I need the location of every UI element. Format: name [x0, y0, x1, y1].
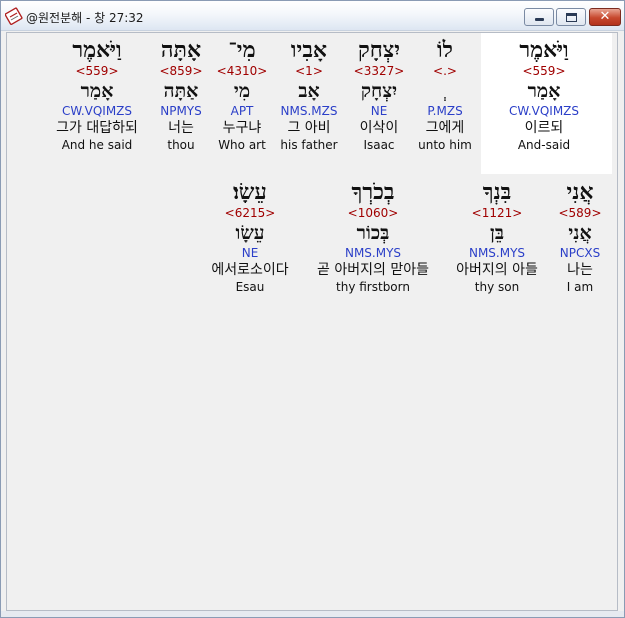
close-button[interactable]: ✕: [589, 8, 621, 26]
hebrew-lemma: עֵשָׂו: [235, 222, 265, 244]
app-window: @원전분해 - 창 27:32 ✕ וַיֹּאמֶר <559> אָמַר …: [0, 0, 625, 618]
word-cell[interactable]: וַיֹּאמֶר <559> אָמַר CW.VQIMZS 그가 대답하되 …: [22, 37, 172, 153]
hebrew-word: וַיֹּאמֶר: [72, 37, 122, 63]
korean-gloss: 그가 대답하되: [56, 120, 138, 136]
minimize-icon: [535, 18, 544, 21]
hebrew-lemma: אָמַר: [80, 80, 114, 102]
app-book-icon[interactable]: [5, 7, 23, 25]
strong-number: <6215>: [224, 206, 276, 220]
close-icon: ✕: [599, 9, 611, 24]
title-bar[interactable]: @원전분해 - 창 27:32 ✕: [1, 1, 624, 31]
maximize-button[interactable]: [556, 8, 586, 26]
english-gloss: Esau: [235, 280, 265, 294]
minimize-button[interactable]: [524, 8, 554, 26]
window-title: @원전분해 - 창 27:32: [26, 11, 144, 25]
english-gloss: And he said: [61, 138, 133, 152]
word-cell[interactable]: עֵשָׂו׃ <6215> עֵשָׂו NE 에서로소이다 Esau: [175, 179, 325, 295]
hebrew-word: עֵשָׂו׃: [233, 179, 267, 205]
parsing-code: NE: [241, 246, 259, 260]
strong-number: <559>: [75, 64, 119, 78]
interlinear-panel[interactable]: וַיֹּאמֶר <559> אָמַר CW.VQIMZS 이르되 And-…: [6, 32, 618, 611]
maximize-icon: [566, 13, 577, 22]
status-bar: [1, 611, 624, 617]
korean-gloss: 에서로소이다: [211, 262, 289, 278]
parsing-code: CW.VQIMZS: [61, 104, 133, 118]
